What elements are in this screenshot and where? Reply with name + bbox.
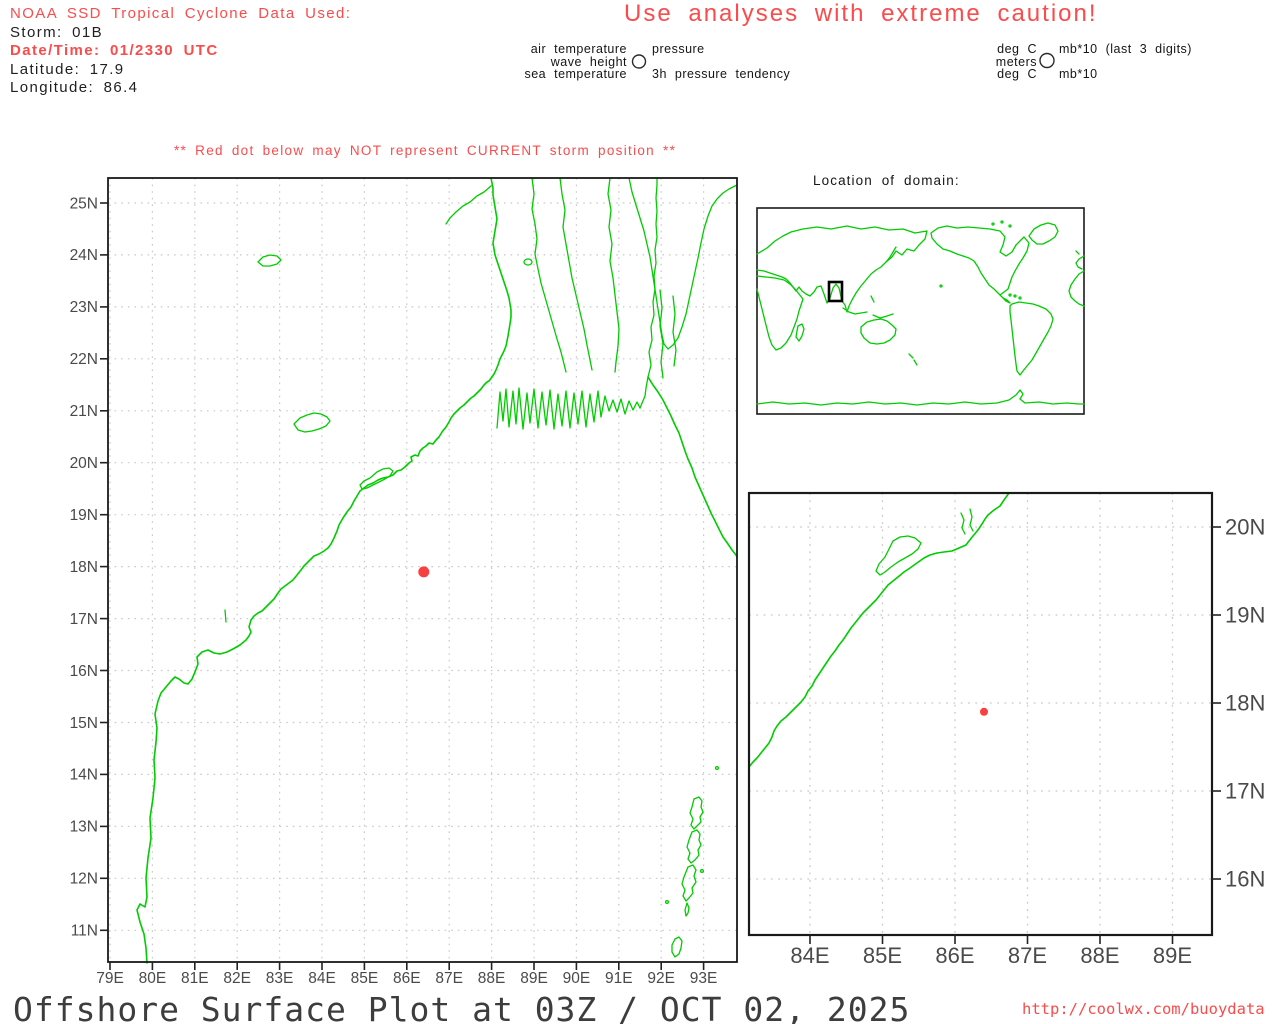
y-tick-label: 23N — [70, 299, 98, 316]
x-tick-label: 92E — [647, 970, 675, 987]
y-tick-label: 13N — [70, 819, 98, 836]
x-tick-label: 86E — [393, 970, 421, 987]
zoom-map-coastlines — [748, 492, 1010, 768]
y-tick-label: 17N — [1225, 778, 1265, 803]
inset-world-map — [756, 207, 1085, 415]
y-tick-label: 11N — [71, 923, 98, 940]
main-map-coastlines — [136, 177, 738, 964]
x-tick-label: 81E — [181, 970, 209, 987]
x-tick-label: 88E — [478, 970, 506, 987]
x-tick-label: 82E — [223, 970, 251, 987]
y-tick-label: 15N — [70, 715, 98, 732]
y-tick-label: 18N — [70, 559, 98, 576]
x-tick-label: 80E — [139, 970, 167, 987]
x-tick-label: 89E — [1153, 943, 1192, 968]
page: NOAA SSD Tropical Cyclone Data Used: Sto… — [0, 0, 1280, 1024]
zoom-map-border — [747, 491, 1214, 937]
x-tick-label: 91E — [605, 970, 633, 987]
y-tick-label: 19N — [1225, 602, 1265, 627]
x-tick-label: 85E — [863, 943, 902, 968]
x-tick-label: 84E — [308, 970, 336, 987]
y-tick-label: 16N — [1225, 866, 1265, 891]
y-tick-label: 12N — [70, 871, 98, 888]
x-tick-label: 88E — [1080, 943, 1119, 968]
y-tick-label: 20N — [1225, 514, 1265, 539]
main-map-axes: 79E 80E 81E 82E 83E 84E 85E 86E 87E 88E 89E 90E 91E 9… — [70, 195, 718, 987]
y-tick-label: 25N — [70, 195, 98, 212]
storm-dot-zoom — [980, 707, 988, 716]
inset-map-border — [756, 207, 1085, 415]
x-tick-label: 87E — [1008, 943, 1047, 968]
zoom-map-gridlines — [749, 493, 1212, 935]
x-tick-label: 86E — [935, 943, 974, 968]
y-tick-label: 24N — [70, 247, 98, 264]
y-tick-label: 14N — [70, 767, 98, 784]
station-circle-units-icon — [1039, 52, 1055, 69]
y-tick-label: 17N — [70, 611, 98, 628]
x-tick-label: 79E — [96, 970, 124, 987]
y-tick-label: 20N — [70, 455, 98, 472]
x-tick-label: 83E — [266, 970, 294, 987]
x-tick-label: 87E — [435, 970, 463, 987]
station-circle-icon — [631, 54, 647, 69]
storm-dot-main — [418, 566, 430, 578]
x-tick-label: 89E — [520, 970, 548, 987]
y-tick-label: 18N — [1225, 690, 1265, 715]
x-tick-label: 85E — [351, 970, 379, 987]
x-tick-label: 84E — [790, 943, 829, 968]
plot-canvas: 79E 80E 81E 82E 83E 84E 85E 86E 87E 88E 89E 90E 91E 9… — [70, 52, 1265, 987]
x-tick-label: 90E — [563, 970, 591, 987]
y-tick-label: 19N — [70, 507, 98, 524]
y-tick-label: 16N — [70, 663, 98, 680]
inset-world-coastlines — [756, 220, 1085, 406]
x-tick-label: 93E — [690, 970, 718, 987]
y-tick-label: 21N — [70, 403, 98, 420]
y-tick-label: 22N — [70, 351, 98, 368]
